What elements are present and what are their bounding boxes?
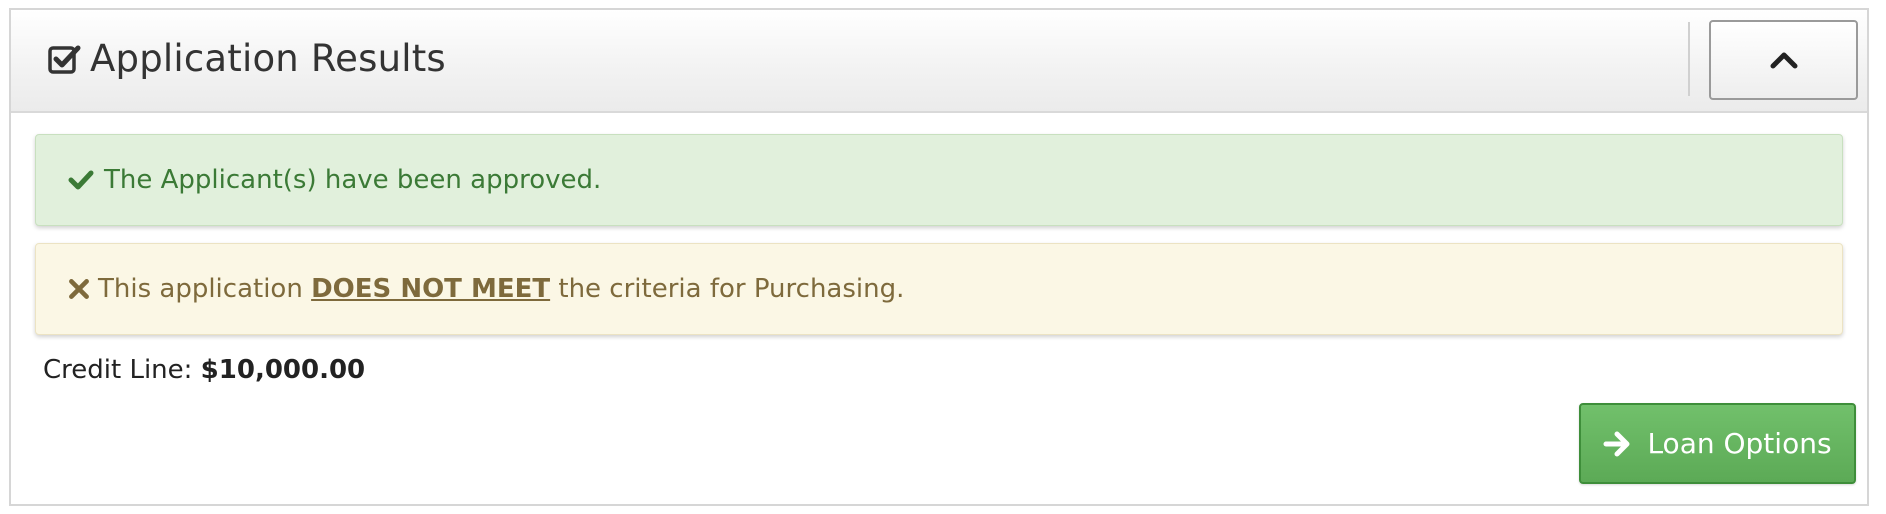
- credit-line-label: Credit Line:: [43, 355, 193, 385]
- loan-options-button[interactable]: Loan Options: [1579, 403, 1856, 484]
- application-results-panel: Application Results The Applicant(s) hav…: [9, 8, 1869, 506]
- criteria-alert-text: This application DOES NOT MEET the crite…: [98, 274, 904, 304]
- panel-header: Application Results: [11, 10, 1867, 113]
- criteria-alert-emphasis: DOES NOT MEET: [311, 274, 551, 304]
- loan-options-label: Loan Options: [1647, 427, 1832, 460]
- times-icon: [69, 279, 89, 299]
- criteria-alert: This application DOES NOT MEET the crite…: [35, 243, 1843, 335]
- criteria-alert-prefix: This application: [98, 274, 303, 304]
- approved-alert-text: The Applicant(s) have been approved.: [104, 165, 602, 195]
- criteria-alert-suffix: the criteria for Purchasing.: [558, 274, 905, 304]
- chevron-up-icon: [1770, 52, 1797, 69]
- credit-line-value: $10,000.00: [200, 355, 366, 385]
- approved-alert: The Applicant(s) have been approved.: [35, 134, 1843, 226]
- check-icon: [68, 170, 94, 190]
- credit-line: Credit Line: $10,000.00: [43, 350, 365, 390]
- header-divider: [1688, 22, 1690, 96]
- panel-title: Application Results: [90, 37, 446, 80]
- collapse-button[interactable]: [1709, 20, 1858, 100]
- arrow-right-icon: [1603, 431, 1630, 456]
- check-square-icon: [48, 45, 81, 74]
